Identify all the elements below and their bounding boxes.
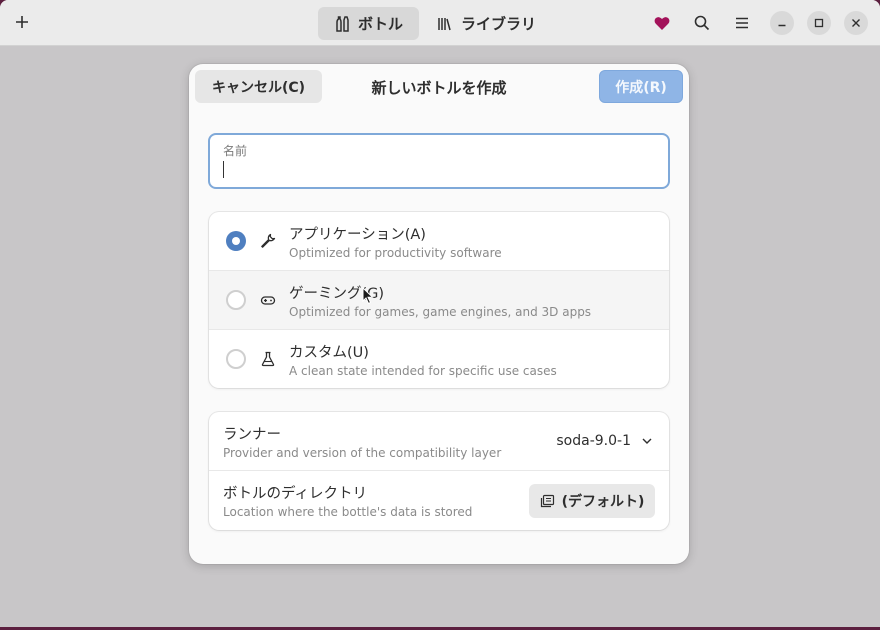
create-button[interactable]: 作成(R) xyxy=(599,70,683,103)
chevron-down-icon[interactable] xyxy=(641,435,653,447)
directory-subtitle: Location where the bottle's data is stor… xyxy=(223,505,473,519)
environment-subtitle: A clean state intended for specific use … xyxy=(289,364,557,378)
tab-bottles[interactable]: ボトル xyxy=(318,7,420,40)
gamepad-icon xyxy=(260,296,276,305)
plus-icon xyxy=(16,16,28,28)
directory-row: ボトルのディレクトリ Location where the bottle's d… xyxy=(209,471,669,530)
runner-row[interactable]: ランナー Provider and version of the compati… xyxy=(209,412,669,471)
runner-subtitle: Provider and version of the compatibilit… xyxy=(223,446,502,460)
app-window: ボトル ライブラリ キャンセル(C) 新しいボトルを作成 作成(R) 名前 アプ… xyxy=(0,0,880,627)
search-button[interactable] xyxy=(688,9,716,37)
environment-title: カスタム(U) xyxy=(289,345,369,361)
close-button[interactable] xyxy=(844,11,868,35)
mouse-pointer-icon xyxy=(362,287,374,305)
minimize-button[interactable] xyxy=(770,11,794,35)
maximize-icon xyxy=(814,18,824,28)
minimize-icon xyxy=(778,24,786,27)
directory-chooser-label: (デフォルト) xyxy=(561,494,645,510)
new-bottle-dialog: キャンセル(C) 新しいボトルを作成 作成(R) 名前 アプリケーション(A) … xyxy=(189,64,689,564)
main-menu-button[interactable] xyxy=(728,9,756,37)
directory-title: ボトルのディレクトリ xyxy=(223,486,367,502)
radio-custom[interactable] xyxy=(226,349,246,369)
environment-option-custom[interactable]: カスタム(U) A clean state intended for speci… xyxy=(209,330,669,388)
cancel-button[interactable]: キャンセル(C) xyxy=(195,70,322,103)
radio-application[interactable] xyxy=(226,231,246,251)
tab-bottles-label: ボトル xyxy=(358,15,404,33)
hamburger-icon xyxy=(736,17,748,29)
bottles-icon xyxy=(336,15,349,32)
heart-icon xyxy=(654,16,670,30)
environment-option-gaming[interactable]: ゲーミング(G) Optimized for games, game engin… xyxy=(209,271,669,330)
environment-subtitle: Optimized for productivity software xyxy=(289,246,502,260)
bottle-settings-list: ランナー Provider and version of the compati… xyxy=(209,412,669,530)
add-button[interactable] xyxy=(8,8,36,36)
donate-button[interactable] xyxy=(648,9,676,37)
text-caret xyxy=(223,161,224,178)
radio-gaming[interactable] xyxy=(226,290,246,310)
directory-chooser-button[interactable]: (デフォルト) xyxy=(529,484,655,518)
environment-list: アプリケーション(A) Optimized for productivity s… xyxy=(209,212,669,388)
runner-dropdown-value[interactable]: soda-9.0-1 xyxy=(556,433,631,449)
wrench-icon xyxy=(261,233,276,248)
search-icon xyxy=(694,15,710,31)
header-bar: ボトル ライブラリ xyxy=(0,0,880,46)
view-switcher: ボトル ライブラリ xyxy=(318,7,552,40)
runner-title: ランナー xyxy=(223,427,281,443)
environment-title: アプリケーション(A) xyxy=(289,227,426,243)
close-icon xyxy=(852,19,860,27)
folder-stack-icon xyxy=(540,494,554,508)
tab-library-label: ライブラリ xyxy=(461,15,537,33)
dialog-title: 新しいボトルを作成 xyxy=(371,79,507,97)
environment-option-application[interactable]: アプリケーション(A) Optimized for productivity s… xyxy=(209,212,669,271)
tab-library[interactable]: ライブラリ xyxy=(421,7,552,40)
library-icon xyxy=(438,17,451,30)
environment-subtitle: Optimized for games, game engines, and 3… xyxy=(289,305,592,319)
maximize-button[interactable] xyxy=(807,11,831,35)
flask-icon xyxy=(261,351,275,367)
name-input-label: 名前 xyxy=(223,144,248,158)
name-input[interactable]: 名前 xyxy=(208,133,670,189)
